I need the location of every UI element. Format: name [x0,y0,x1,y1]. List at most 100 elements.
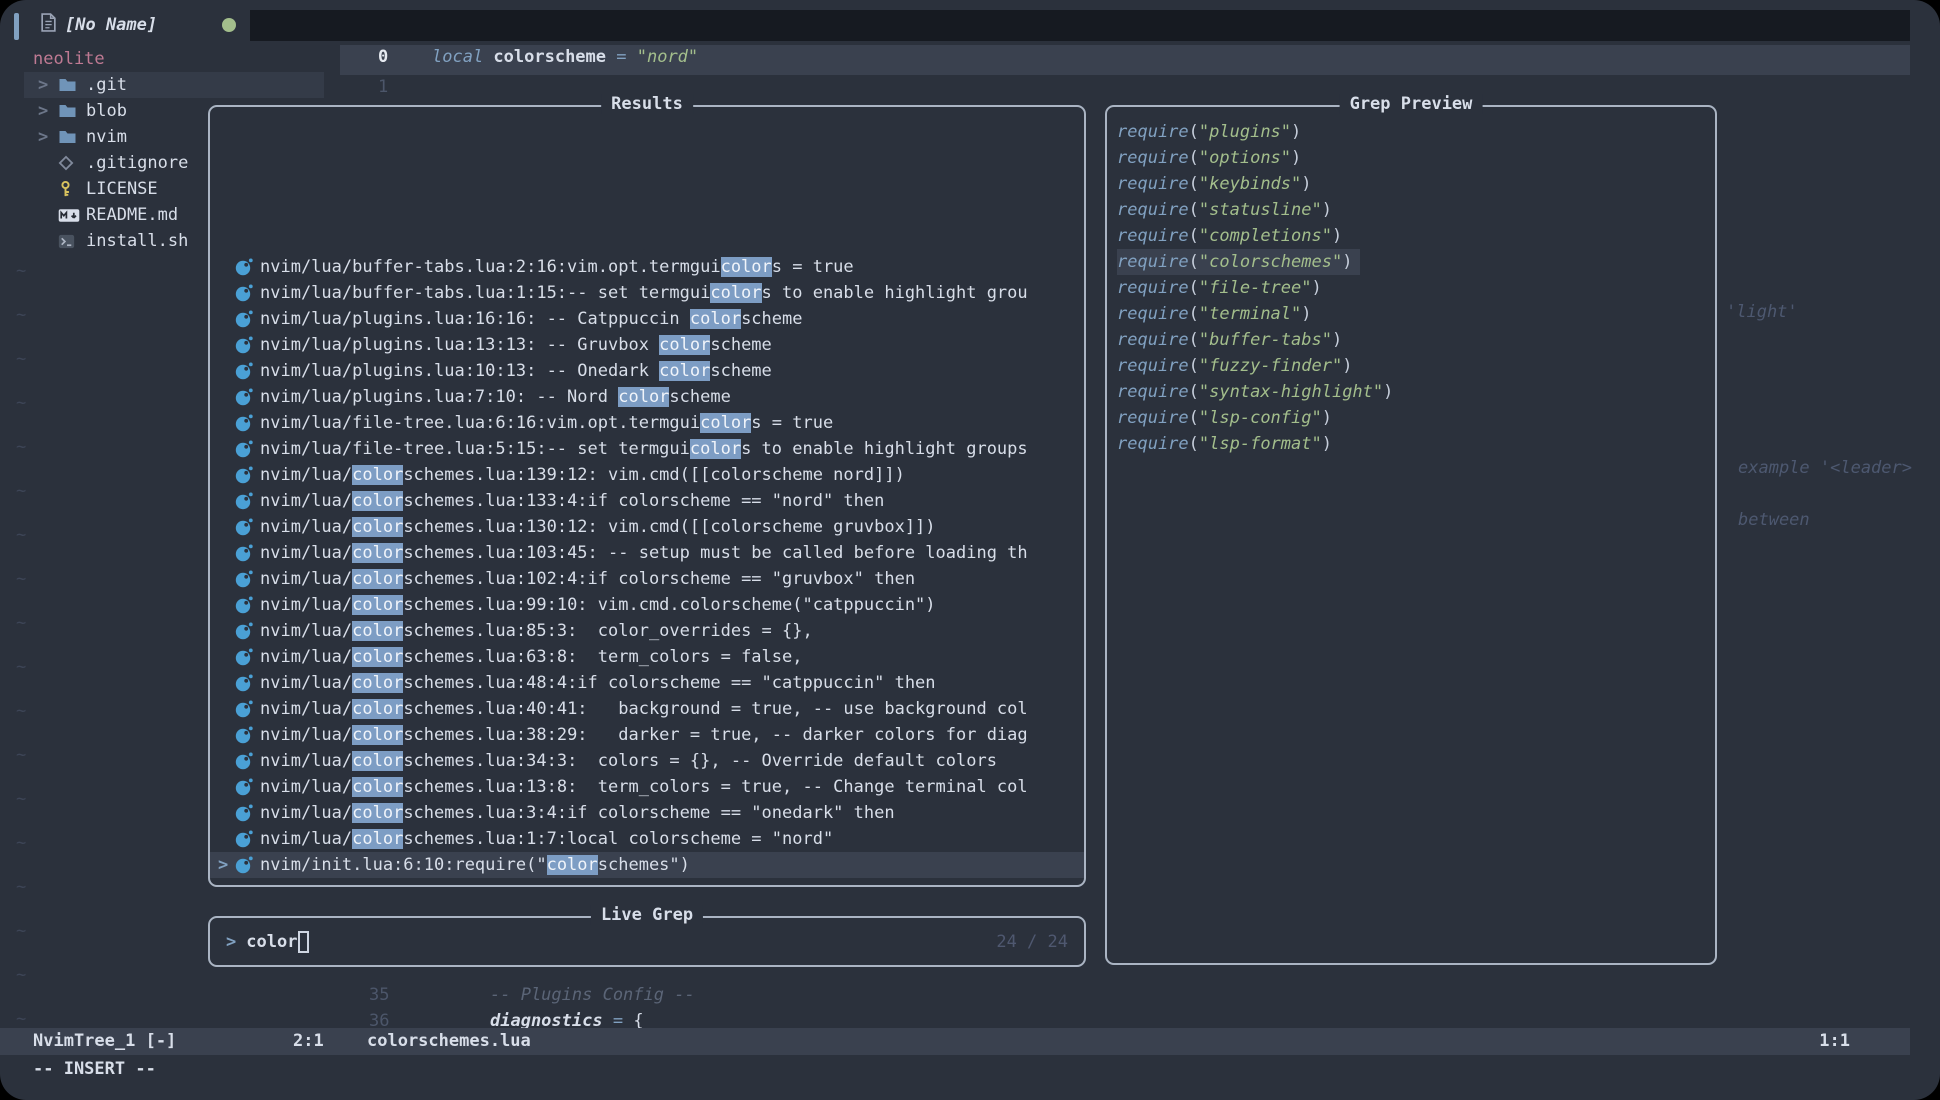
line-number-1: 1 [378,77,388,97]
preview-line[interactable]: require("options") [1107,145,1715,171]
result-row[interactable]: nvim/lua/colorschemes.lua:13:8: term_col… [210,774,1084,800]
preview-line[interactable]: require("fuzzy-finder") [1107,353,1715,379]
preview-line[interactable]: require("syntax-highlight") [1107,379,1715,405]
result-row[interactable]: nvim/lua/colorschemes.lua:40:41: backgro… [210,696,1084,722]
tree-item-label: install.sh [86,228,188,254]
document-icon [40,13,57,37]
editor-code-line[interactable]: local colorscheme = "nord" [432,47,698,67]
lua-icon [235,752,253,770]
result-row[interactable]: >nvim/init.lua:6:10:require("colorscheme… [210,852,1084,878]
live-grep-query: color [246,932,297,952]
preview-line[interactable]: require("lsp-format") [1107,431,1715,457]
lua-icon [235,284,253,302]
result-row[interactable]: nvim/lua/file-tree.lua:5:15:-- set termg… [210,436,1084,462]
lua-icon [235,388,253,406]
chevron-right-icon[interactable]: > [38,124,48,150]
line-number-35: 35 [369,985,389,1005]
result-row[interactable]: nvim/lua/colorschemes.lua:103:45: -- set… [210,540,1084,566]
chevron-right-icon[interactable]: > [38,72,48,98]
preview-line[interactable]: require("plugins") [1107,119,1715,145]
result-text: nvim/lua/buffer-tabs.lua:1:15:-- set ter… [260,280,1028,306]
lua-icon [235,440,253,458]
preview-line[interactable]: require("terminal") [1107,301,1715,327]
lua-icon [235,362,253,380]
tilde-marker: ~ [16,390,26,434]
result-row[interactable]: nvim/lua/colorschemes.lua:34:3: colors =… [210,748,1084,774]
preview-line[interactable]: require("buffer-tabs") [1107,327,1715,353]
result-row[interactable]: nvim/lua/colorschemes.lua:139:12: vim.cm… [210,462,1084,488]
match-highlight: color [352,829,403,849]
match-highlight: color [721,257,772,277]
tabline-strip [250,10,1910,41]
result-row[interactable]: nvim/lua/colorschemes.lua:85:3: color_ov… [210,618,1084,644]
tree-item--git[interactable]: > .git [24,72,324,98]
match-highlight: color [690,439,741,459]
tilde-marker: ~ [16,434,26,478]
live-grep-input[interactable]: > color [226,918,309,965]
preview-line[interactable]: require("keybinds") [1107,171,1715,197]
buffer-tab[interactable]: [No Name] [40,10,157,40]
result-text: nvim/lua/colorschemes.lua:130:12: vim.cm… [260,514,936,540]
result-row[interactable]: nvim/lua/colorschemes.lua:38:29: darker … [210,722,1084,748]
result-row[interactable]: nvim/lua/colorschemes.lua:102:4:if color… [210,566,1084,592]
tilde-marker: ~ [16,522,26,566]
tilde-marker: ~ [16,654,26,698]
result-text: nvim/lua/colorschemes.lua:3:4:if colorsc… [260,800,895,826]
result-row[interactable]: nvim/lua/colorschemes.lua:99:10: vim.cmd… [210,592,1084,618]
lua-icon [235,778,253,796]
result-row[interactable]: nvim/lua/colorschemes.lua:3:4:if colorsc… [210,800,1084,826]
result-text: nvim/lua/colorschemes.lua:102:4:if color… [260,566,915,592]
match-highlight: color [352,491,403,511]
tilde-marker: ~ [16,962,26,1006]
preview-line[interactable]: require("colorschemes") [1107,249,1715,275]
result-text: nvim/lua/colorschemes.lua:133:4:if color… [260,488,884,514]
lua-icon [235,804,253,822]
preview-line[interactable]: require("file-tree") [1107,275,1715,301]
lua-icon [235,570,253,588]
result-row[interactable]: nvim/lua/plugins.lua:13:13: -- Gruvbox c… [210,332,1084,358]
result-count: 24 / 24 [996,918,1068,965]
match-highlight: color [352,595,403,615]
result-text: nvim/lua/colorschemes.lua:40:41: backgro… [260,696,1028,722]
tilde-marker: ~ [16,258,26,302]
tree-item-label: blob [86,98,127,124]
result-text: nvim/init.lua:6:10:require("colorschemes… [260,852,690,878]
tilde-marker: ~ [16,698,26,742]
result-row[interactable]: nvim/lua/colorschemes.lua:48:4:if colors… [210,670,1084,696]
lua-icon [235,700,253,718]
result-row[interactable]: nvim/lua/colorschemes.lua:130:12: vim.cm… [210,514,1084,540]
markdown-icon [58,204,80,226]
tilde-marker: ~ [16,566,26,610]
result-row[interactable]: nvim/lua/colorschemes.lua:63:8: term_col… [210,644,1084,670]
statusline-tree-position: 2:1 [293,1028,324,1055]
tree-item-label: nvim [86,124,127,150]
match-highlight: color [352,803,403,823]
result-text: nvim/lua/plugins.lua:7:10: -- Nord color… [260,384,731,410]
result-text: nvim/lua/colorschemes.lua:38:29: darker … [260,722,1028,748]
result-row[interactable]: nvim/lua/colorschemes.lua:133:4:if color… [210,488,1084,514]
statusline-cursor-position: 1:1 [1819,1028,1850,1055]
result-text: nvim/lua/colorschemes.lua:85:3: color_ov… [260,618,813,644]
result-text: nvim/lua/colorschemes.lua:103:45: -- set… [260,540,1028,566]
match-highlight: color [547,855,598,875]
chevron-right-icon[interactable]: > [38,98,48,124]
tree-item-label: LICENSE [86,176,158,202]
result-row[interactable]: nvim/lua/file-tree.lua:6:16:vim.opt.term… [210,410,1084,436]
result-row[interactable]: nvim/lua/colorschemes.lua:1:7:local colo… [210,826,1084,852]
key-icon [58,178,80,200]
result-row[interactable]: nvim/lua/plugins.lua:10:13: -- Onedark c… [210,358,1084,384]
match-highlight: color [618,387,669,407]
tilde-marker: ~ [16,742,26,786]
tree-item-label: .git [86,72,127,98]
preview-line[interactable]: require("completions") [1107,223,1715,249]
result-text: nvim/lua/buffer-tabs.lua:2:16:vim.opt.te… [260,254,854,280]
preview-line[interactable]: require("statusline") [1107,197,1715,223]
result-row[interactable]: nvim/lua/plugins.lua:16:16: -- Catppucci… [210,306,1084,332]
lua-icon [235,336,253,354]
preview-line[interactable]: require("lsp-config") [1107,405,1715,431]
result-row[interactable]: nvim/lua/buffer-tabs.lua:2:16:vim.opt.te… [210,254,1084,280]
result-row[interactable]: nvim/lua/buffer-tabs.lua:1:15:-- set ter… [210,280,1084,306]
tilde-marker: ~ [16,786,26,830]
ghost-text: between [1738,510,1810,530]
result-row[interactable]: nvim/lua/plugins.lua:7:10: -- Nord color… [210,384,1084,410]
